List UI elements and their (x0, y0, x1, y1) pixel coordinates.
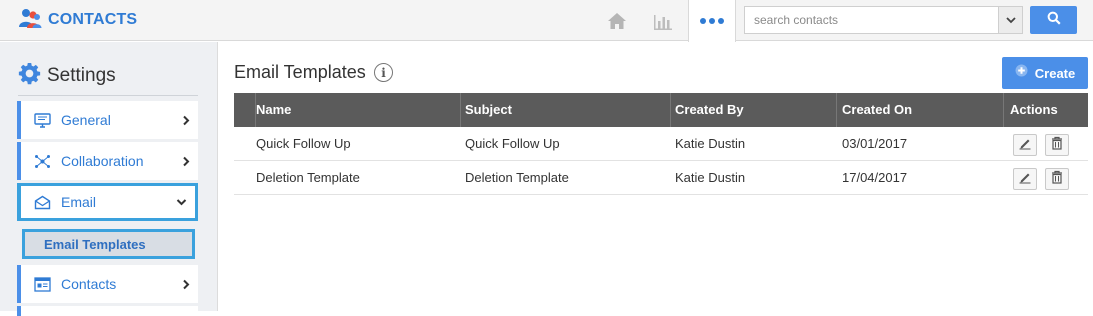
sidebar-item-general[interactable]: General (17, 101, 198, 139)
trash-icon (1050, 170, 1064, 189)
home-icon[interactable] (604, 8, 630, 34)
cell-subject: Quick Follow Up (465, 136, 560, 151)
pencil-icon (1018, 136, 1032, 155)
contacts-logo-icon (18, 7, 42, 34)
table-row[interactable]: Deletion Template Deletion Template Kati… (234, 161, 1088, 195)
info-icon[interactable]: i (374, 63, 393, 82)
cell-name[interactable]: Quick Follow Up (256, 127, 351, 161)
trash-icon (1050, 136, 1064, 155)
sidebar-item-email[interactable]: Email (17, 183, 198, 221)
monitor-icon (31, 112, 53, 128)
delete-button[interactable] (1045, 168, 1069, 190)
settings-sidebar: Settings General Collaboration Email Ema… (0, 42, 218, 316)
sidebar-item-label: General (61, 112, 111, 128)
sidebar-item-label: Collaboration (61, 153, 144, 169)
main-content: Email Templates i Create Name Subject Cr… (219, 42, 1093, 311)
cell-name[interactable]: Deletion Template (256, 161, 360, 195)
chevron-down-icon (1005, 11, 1016, 29)
email-templates-table: Name Subject Created By Created On Actio… (234, 93, 1088, 195)
sidebar-item-label: Contacts (61, 276, 117, 292)
plus-circle-icon (1015, 64, 1028, 82)
cell-created-by: Katie Dustin (675, 136, 746, 151)
sidebar-item-contacts[interactable]: Contacts (17, 265, 198, 303)
app-brand[interactable]: CONTACTS (18, 8, 137, 32)
bar-chart-icon[interactable] (650, 8, 676, 34)
gear-icon (18, 62, 41, 90)
cell-created-by: Katie Dustin (675, 170, 746, 185)
cell-subject: Deletion Template (465, 170, 569, 185)
column-header-subject[interactable]: Subject (465, 93, 512, 127)
delete-button[interactable] (1045, 134, 1069, 156)
sidebar-item-collaboration[interactable]: Collaboration (17, 142, 198, 180)
cell-created-on: 17/04/2017 (842, 170, 908, 185)
sidebar-subitem-email-templates[interactable]: Email Templates (22, 229, 195, 259)
sidebar-subitem-label: Email Templates (44, 236, 146, 252)
search-icon (1047, 11, 1061, 30)
column-header-created-on[interactable]: Created On (842, 93, 912, 127)
chevron-right-icon (182, 115, 190, 126)
settings-header: Settings (18, 62, 116, 90)
chevron-down-icon (176, 198, 187, 206)
envelope-icon (31, 195, 53, 210)
network-icon (31, 154, 53, 169)
column-header-actions: Actions (1010, 102, 1058, 117)
search-button[interactable] (1030, 6, 1077, 34)
pencil-icon (1018, 170, 1032, 189)
chevron-right-icon (182, 156, 190, 167)
create-button-label: Create (1034, 65, 1076, 81)
top-bar: CONTACTS (0, 0, 1093, 42)
search-box (744, 6, 1023, 34)
column-header-name[interactable]: Name (256, 93, 291, 127)
search-input[interactable] (745, 7, 998, 33)
search-dropdown-toggle[interactable] (998, 7, 1022, 33)
cell-created-on: 03/01/2017 (842, 136, 908, 151)
edit-button[interactable] (1013, 134, 1037, 156)
contact-card-icon (31, 276, 53, 292)
page-title: Email Templates (234, 62, 366, 82)
sidebar-item-partial (17, 306, 198, 316)
more-dots-icon[interactable] (688, 0, 736, 42)
create-button[interactable]: Create (1002, 57, 1088, 89)
column-header-created-by[interactable]: Created By (675, 93, 744, 127)
sidebar-item-label: Email (61, 194, 97, 210)
divider (18, 95, 198, 96)
chevron-right-icon (182, 279, 190, 290)
edit-button[interactable] (1013, 168, 1037, 190)
settings-title: Settings (47, 65, 116, 86)
table-row[interactable]: Quick Follow Up Quick Follow Up Katie Du… (234, 127, 1088, 161)
app-title: CONTACTS (48, 11, 138, 28)
table-header: Name Subject Created By Created On Actio… (234, 93, 1088, 127)
